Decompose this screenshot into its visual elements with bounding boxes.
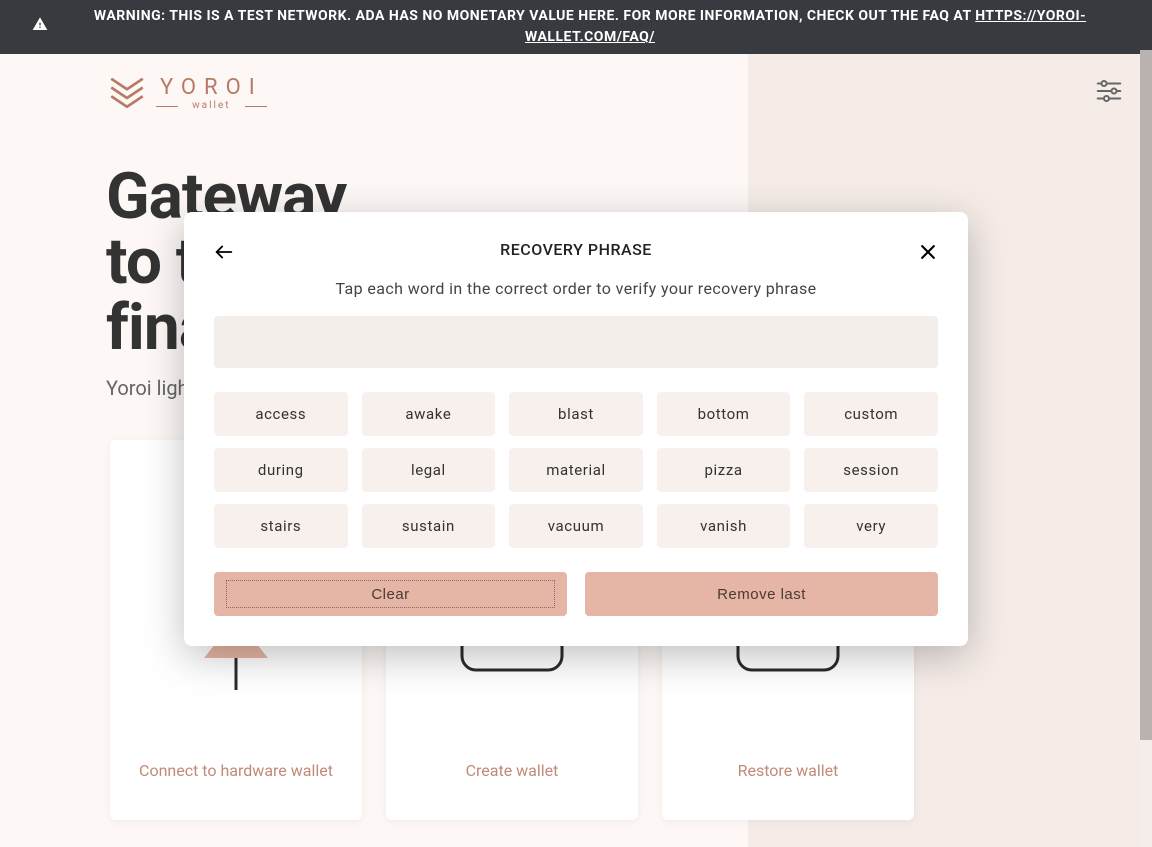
word-chip-vacuum[interactable]: vacuum <box>509 504 643 548</box>
word-chip-sustain[interactable]: sustain <box>362 504 496 548</box>
remove-last-button[interactable]: Remove last <box>585 572 938 616</box>
modal-title: RECOVERY PHRASE <box>214 240 938 259</box>
word-chip-material[interactable]: material <box>509 448 643 492</box>
recovery-phrase-modal: RECOVERY PHRASE Tap each word in the cor… <box>184 212 968 646</box>
word-grid: access awake blast bottom custom during legalm… <box>214 392 938 548</box>
word-chip-awake[interactable]: awake <box>362 392 496 436</box>
recovery-phrase-input[interactable] <box>214 316 938 368</box>
word-chip-access[interactable]: access <box>214 392 348 436</box>
modal-instruction: Tap each word in the correct order to ve… <box>214 279 938 298</box>
back-button[interactable] <box>210 238 238 266</box>
modal-overlay: RECOVERY PHRASE Tap each word in the cor… <box>0 0 1152 847</box>
word-chip-blast[interactable]: blast <box>509 392 643 436</box>
word-chip-vanish[interactable]: vanish <box>657 504 791 548</box>
word-chip-during[interactable]: during <box>214 448 348 492</box>
word-chip-very[interactable]: very <box>804 504 938 548</box>
close-button[interactable] <box>914 238 942 266</box>
word-chip-bottom[interactable]: bottom <box>657 392 791 436</box>
word-chip-custom[interactable]: custom <box>804 392 938 436</box>
word-chip-stairs[interactable]: stairs <box>214 504 348 548</box>
word-chip-pizza[interactable]: pizza <box>657 448 791 492</box>
word-chip-legal[interactable]: legal <box>362 448 496 492</box>
word-chip-session[interactable]: session <box>804 448 938 492</box>
clear-button[interactable]: Clear <box>214 572 567 616</box>
